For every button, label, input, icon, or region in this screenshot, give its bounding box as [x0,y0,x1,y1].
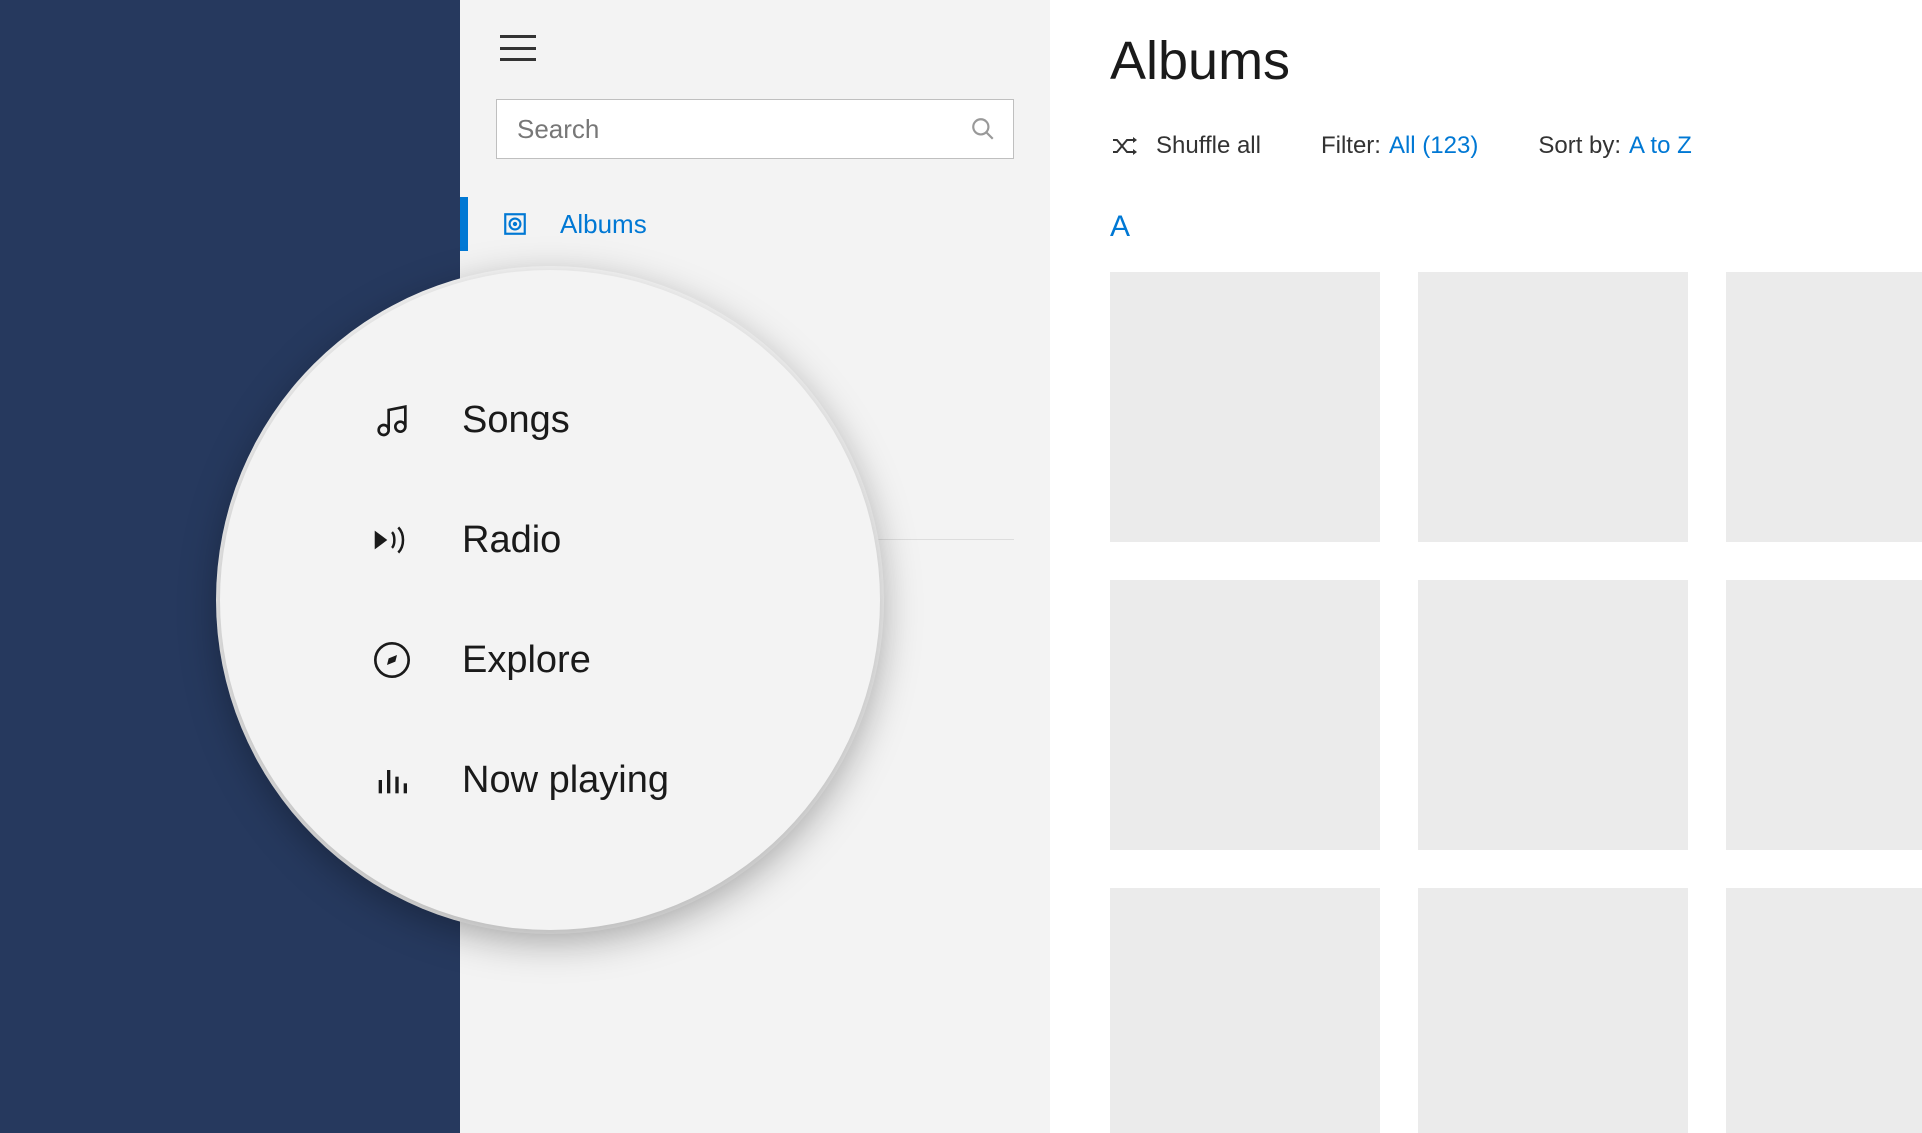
zoom-magnifier: Songs Radio Explore [220,270,880,930]
explore-icon [370,638,414,682]
album-tile[interactable] [1418,888,1688,1133]
filter-value: All (123) [1389,132,1478,160]
album-tile[interactable] [1110,580,1380,850]
shuffle-all-button[interactable]: Shuffle all [1110,132,1261,160]
album-tile[interactable] [1110,272,1380,542]
album-tile[interactable] [1418,272,1688,542]
songs-icon [370,398,414,442]
hamburger-menu-button[interactable] [500,35,536,61]
sort-label: Sort by: [1538,132,1621,160]
page-title: Albums [1110,30,1922,92]
section-letter-link[interactable]: A [1110,210,1922,244]
zoom-label: Now playing [462,759,669,802]
shuffle-label: Shuffle all [1156,132,1261,160]
now-playing-icon [370,758,414,802]
zoom-label: Explore [462,639,591,682]
radio-icon [370,518,414,562]
toolbar: Shuffle all Filter: All (123) Sort by: A… [1110,132,1922,160]
albums-icon [500,209,530,239]
zoom-label: Songs [462,399,570,442]
zoom-item-radio[interactable]: Radio [370,480,880,600]
search-input[interactable] [496,99,1014,159]
search-icon [970,116,996,142]
album-tile[interactable] [1418,580,1688,850]
album-tile[interactable] [1726,272,1922,542]
search-field-wrap [496,99,1014,159]
sort-value: A to Z [1629,132,1692,160]
app-window: Albums Songs Radio [0,0,1922,1133]
album-tile[interactable] [1726,580,1922,850]
album-grid [1110,272,1922,1133]
nav-item-label: Albums [560,209,647,240]
sort-control[interactable]: Sort by: A to Z [1538,132,1691,160]
main-content: Albums Shuffle all Filter: All (123) [1050,0,1922,1133]
shuffle-icon [1110,134,1138,158]
nav-item-albums[interactable]: Albums [460,189,1050,259]
filter-control[interactable]: Filter: All (123) [1321,132,1478,160]
zoom-item-explore[interactable]: Explore [370,600,880,720]
zoom-label: Radio [462,519,561,562]
album-tile[interactable] [1726,888,1922,1133]
filter-label: Filter: [1321,132,1381,160]
album-tile[interactable] [1110,888,1380,1133]
